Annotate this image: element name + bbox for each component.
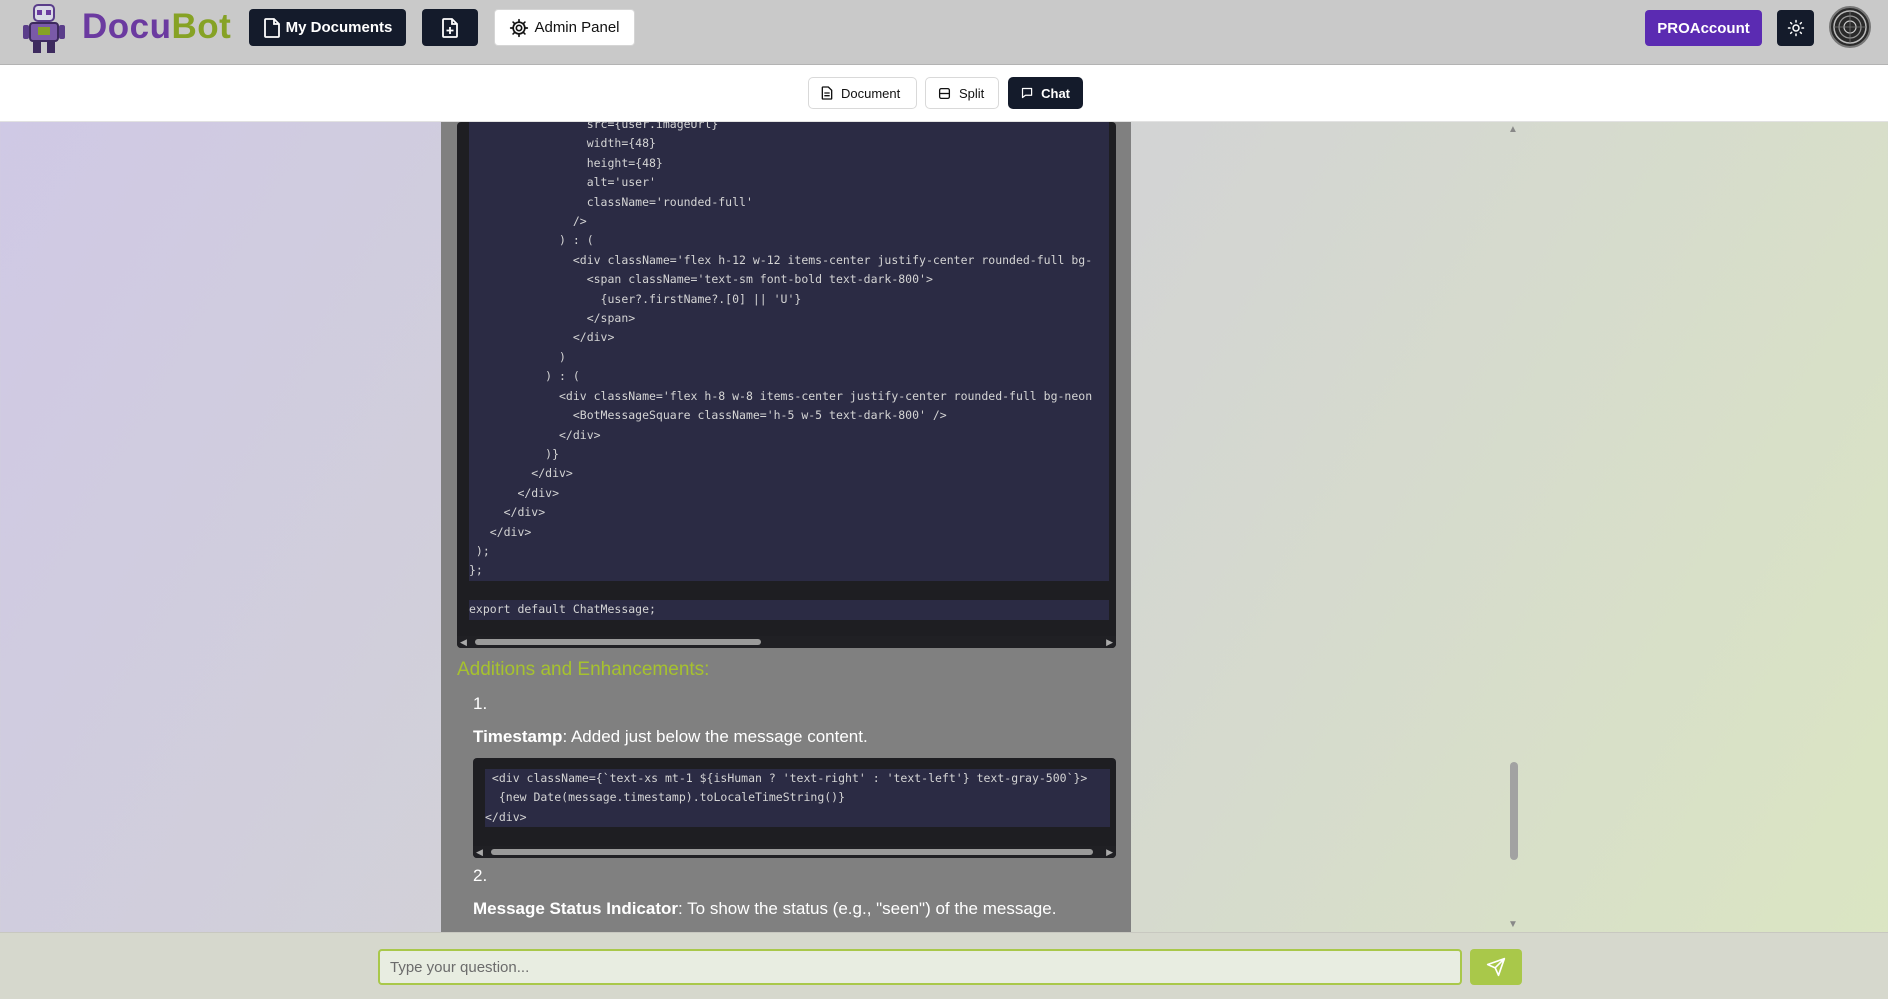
section-heading: Additions and Enhancements: bbox=[457, 659, 710, 680]
code-content: <div className={`text-xs mt-1 ${isHuman … bbox=[485, 769, 1110, 828]
code-line: <BotMessageSquare className='h-5 w-5 tex… bbox=[469, 406, 1109, 426]
code-line: </div> bbox=[469, 425, 1109, 445]
code-block[interactable]: src={user.imageUrl} width={48} height={4… bbox=[457, 122, 1116, 648]
tab-chat-label: Chat bbox=[1041, 85, 1070, 101]
send-icon bbox=[1486, 957, 1506, 977]
step-number: 2. bbox=[473, 866, 488, 885]
scrollbar-thumb[interactable] bbox=[475, 639, 761, 645]
brand-part-2: Bot bbox=[171, 7, 232, 46]
code-line: className='rounded-full' bbox=[469, 192, 1109, 213]
gear-icon bbox=[510, 18, 529, 37]
code-line: ) : ( bbox=[469, 367, 1109, 387]
view-mode-bar: Document Split Chat bbox=[0, 65, 1888, 122]
code-line: <div className='flex h-8 w-8 items-cente… bbox=[469, 386, 1109, 407]
code-line: alt='user' bbox=[469, 173, 1109, 193]
code-line: <div className={`text-xs mt-1 ${isHuman … bbox=[485, 769, 1110, 789]
code-line: </div> bbox=[469, 328, 1109, 348]
code-horizontal-scrollbar[interactable]: ◀ ▶ bbox=[457, 636, 1116, 648]
avatar[interactable] bbox=[1829, 6, 1871, 48]
step-description: Message Status Indicator: To show the st… bbox=[473, 899, 1056, 919]
brand-part-1: Docu bbox=[82, 7, 172, 46]
code-block[interactable]: <div className={`text-xs mt-1 ${isHuman … bbox=[473, 758, 1116, 858]
chat-vertical-scrollbar[interactable]: ▲ ▼ bbox=[1508, 122, 1520, 932]
scroll-right-icon[interactable]: ▶ bbox=[1106, 847, 1113, 858]
pro-account-label: PROAccount bbox=[1657, 19, 1750, 37]
file-icon bbox=[263, 17, 280, 38]
scroll-down-icon[interactable]: ▼ bbox=[1508, 919, 1518, 930]
top-bar: DocuBot My Documents Admin Panel PROAcco… bbox=[0, 0, 1888, 65]
message-square-icon bbox=[1021, 87, 1033, 99]
step-body: : To show the status (e.g., "seen") of t… bbox=[678, 899, 1057, 918]
code-horizontal-scrollbar[interactable]: ◀ ▶ bbox=[473, 846, 1116, 858]
admin-panel-button[interactable]: Admin Panel bbox=[494, 9, 635, 46]
code-line: </div> bbox=[469, 503, 1109, 523]
code-line: <span className='text-sm font-bold text-… bbox=[469, 270, 1109, 290]
code-line: width={48} bbox=[469, 134, 1109, 154]
code-line: ) bbox=[469, 347, 1109, 368]
theme-toggle-button[interactable] bbox=[1777, 10, 1814, 46]
code-line: export default ChatMessage; bbox=[469, 600, 1109, 620]
step-title: Timestamp bbox=[473, 727, 563, 746]
step-title: Message Status Indicator bbox=[473, 899, 679, 918]
tab-document-label: Document bbox=[841, 85, 901, 101]
code-line: ); bbox=[469, 541, 1109, 562]
code-line: }; bbox=[469, 561, 1109, 581]
admin-panel-label: Admin Panel bbox=[534, 19, 620, 36]
code-line: /> bbox=[469, 212, 1109, 232]
scroll-right-icon[interactable]: ▶ bbox=[1106, 637, 1113, 648]
user-avatar-image bbox=[1833, 10, 1867, 44]
step-number: 1. bbox=[473, 694, 488, 713]
code-line: </div> bbox=[469, 522, 1109, 542]
file-icon bbox=[821, 86, 833, 100]
question-input[interactable] bbox=[378, 949, 1462, 985]
code-line: </span> bbox=[469, 309, 1109, 329]
scroll-left-icon[interactable]: ◀ bbox=[476, 847, 483, 858]
new-document-button[interactable] bbox=[422, 9, 478, 46]
my-documents-button[interactable]: My Documents bbox=[249, 9, 406, 46]
file-plus-icon bbox=[442, 17, 458, 38]
question-input-bar bbox=[0, 932, 1888, 999]
scrollbar-thumb[interactable] bbox=[491, 849, 1093, 855]
send-button[interactable] bbox=[1470, 949, 1522, 985]
step-body: : Added just below the message content. bbox=[562, 727, 868, 746]
robot-logo-icon bbox=[23, 4, 65, 53]
step-description: Timestamp: Added just below the message … bbox=[473, 727, 868, 747]
code-content: src={user.imageUrl} width={48} height={4… bbox=[469, 122, 1109, 620]
my-documents-label: My Documents bbox=[285, 19, 393, 36]
code-line: height={48} bbox=[469, 153, 1109, 174]
code-line: </div> bbox=[485, 807, 1110, 828]
code-line: src={user.imageUrl} bbox=[469, 122, 1109, 135]
scroll-left-icon[interactable]: ◀ bbox=[460, 637, 467, 648]
scrollbar-thumb[interactable] bbox=[1510, 762, 1518, 860]
brand-logo[interactable]: DocuBot bbox=[82, 6, 231, 48]
code-line: </div> bbox=[469, 483, 1109, 504]
split-icon bbox=[938, 87, 951, 99]
sun-icon bbox=[1787, 19, 1804, 37]
code-line: )} bbox=[469, 444, 1109, 465]
code-line: </div> bbox=[469, 464, 1109, 484]
tab-chat[interactable]: Chat bbox=[1008, 77, 1083, 109]
tab-split-label: Split bbox=[959, 85, 985, 101]
code-line: ) : ( bbox=[469, 231, 1109, 251]
pro-account-button[interactable]: PROAccount bbox=[1645, 10, 1762, 46]
scroll-up-icon[interactable]: ▲ bbox=[1508, 124, 1518, 135]
tab-split[interactable]: Split bbox=[925, 77, 999, 109]
code-line: {new Date(message.timestamp).toLocaleTim… bbox=[485, 788, 1110, 808]
tab-document[interactable]: Document bbox=[808, 77, 917, 109]
code-line: {user?.firstName?.[0] || 'U'} bbox=[469, 289, 1109, 310]
code-line: <div className='flex h-12 w-12 items-cen… bbox=[469, 250, 1109, 271]
chat-messages-panel[interactable]: src={user.imageUrl} width={48} height={4… bbox=[441, 122, 1131, 932]
